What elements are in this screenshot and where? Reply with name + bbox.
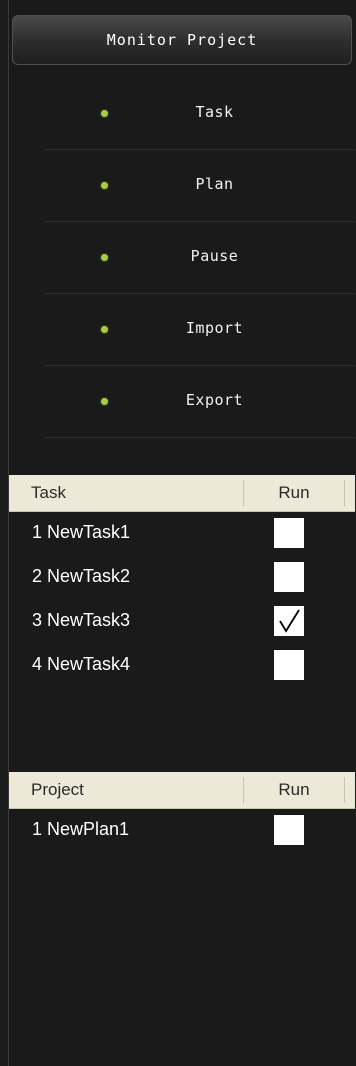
column-header-run[interactable]: Run [244,480,345,506]
monitor-panel: Monitor Project Task Plan Pause Import E… [8,0,355,1066]
menu-item-export[interactable]: Export [44,366,355,438]
menu-item-label: Export [185,391,244,409]
menu-item-task[interactable]: Task [44,78,355,150]
menu: Task Plan Pause Import Export [44,78,355,438]
task-table: Task Run 1 NewTask1 2 NewTask2 3 NewTask… [9,475,355,688]
run-checkbox[interactable] [274,815,304,845]
project-table: Project Run 1 NewPlan1 [9,772,355,853]
panel-title: Monitor Project [12,15,352,65]
menu-item-pause[interactable]: Pause [44,222,355,294]
column-header-project[interactable]: Project [9,777,244,803]
menu-item-label: Task [195,103,234,121]
menu-item-label: Plan [195,175,234,193]
menu-item-label: Pause [190,247,239,265]
task-table-header: Task Run [9,475,355,512]
table-row[interactable]: 1 NewTask1 [9,512,355,556]
task-name: 2 NewTask2 [32,566,131,586]
column-header-run[interactable]: Run [244,777,345,803]
run-checkbox[interactable] [274,650,304,680]
task-name: 1 NewTask1 [32,522,131,542]
table-row[interactable]: 4 NewTask4 [9,644,355,688]
run-checkbox[interactable] [274,562,304,592]
project-table-header: Project Run [9,772,355,809]
run-checkbox[interactable] [274,606,304,636]
menu-item-label: Import [185,319,244,337]
run-checkbox[interactable] [274,518,304,548]
table-row[interactable]: 2 NewTask2 [9,556,355,600]
menu-item-plan[interactable]: Plan [44,150,355,222]
column-header-task[interactable]: Task [9,480,244,506]
checkmark-icon [279,609,300,633]
task-name: 3 NewTask3 [32,610,131,630]
table-row[interactable]: 1 NewPlan1 [9,809,355,853]
table-row[interactable]: 3 NewTask3 [9,600,355,644]
task-name: 4 NewTask4 [32,654,131,674]
menu-item-import[interactable]: Import [44,294,355,366]
project-name: 1 NewPlan1 [32,819,130,839]
